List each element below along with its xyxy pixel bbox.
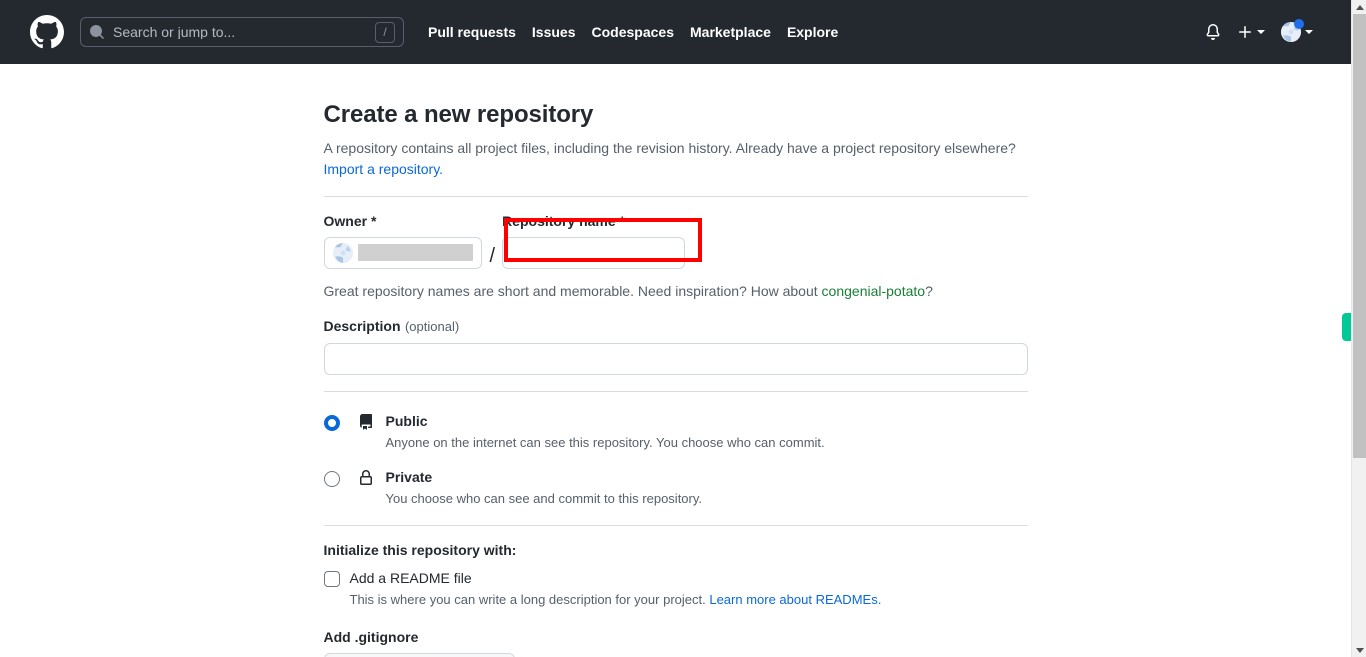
owner-name-redacted <box>357 244 473 262</box>
public-radio[interactable] <box>323 414 340 431</box>
description-field: Description (optional) <box>323 318 1028 375</box>
scroll-up-arrow-icon[interactable] <box>1352 0 1366 14</box>
suggested-repository-name-link[interactable]: congenial-potato <box>822 283 926 299</box>
search-input[interactable]: Search or jump to... / <box>80 17 404 47</box>
add-readme-label: Add a README file <box>349 569 472 586</box>
description-input[interactable] <box>323 342 1028 375</box>
owner-field: Owner * <box>323 213 482 269</box>
nav-link-codespaces[interactable]: Codespaces <box>592 24 674 40</box>
section-divider-2 <box>323 390 1028 392</box>
feedback-side-tab[interactable] <box>1342 313 1351 341</box>
bell-icon[interactable] <box>1205 24 1221 40</box>
section-divider <box>323 196 1028 197</box>
repository-name-hint: Great repository names are short and mem… <box>324 281 1028 302</box>
readme-checkbox-row[interactable]: Add a README file <box>323 569 1028 587</box>
gitignore-section: Add .gitignore .gitignore template:None … <box>323 629 1028 657</box>
page-subtitle: A repository contains all project files,… <box>324 138 1028 180</box>
public-title: Public <box>385 412 428 429</box>
page-subtitle-text: A repository contains all project files,… <box>323 140 1016 156</box>
nav-link-pull-requests[interactable]: Pull requests <box>428 24 516 40</box>
visibility-group: Public Anyone on the internet can see th… <box>323 412 1028 509</box>
header-actions <box>1205 19 1335 42</box>
readme-description-text: This is where you can write a long descr… <box>349 591 710 607</box>
nav-link-explore[interactable]: Explore <box>787 24 838 40</box>
description-label: Description <box>323 317 401 334</box>
repository-name-hint-prefix: Great repository names are short and mem… <box>323 282 822 299</box>
private-description: You choose who can see and commit to thi… <box>385 491 703 507</box>
gitignore-template-dropdown[interactable]: .gitignore template:None <box>323 653 515 657</box>
repository-name-hint-suffix: ? <box>925 282 933 299</box>
import-repository-link[interactable]: Import a repository. <box>324 161 444 177</box>
plus-icon <box>1239 26 1251 38</box>
notification-dot <box>1294 19 1304 29</box>
readme-texts: Add a README file <box>350 569 472 587</box>
repository-identity-row: Owner * / Repository name * <box>323 213 1028 269</box>
scrollbar-thumb[interactable] <box>1353 14 1366 458</box>
visibility-option-private[interactable]: Private You choose who can see and commi… <box>323 468 1028 508</box>
description-optional-note: (optional) <box>404 318 460 334</box>
private-radio[interactable] <box>323 471 340 488</box>
browser-scrollbar[interactable] <box>1351 0 1366 657</box>
scroll-down-arrow-icon[interactable] <box>1352 643 1366 657</box>
private-texts: Private You choose who can see and commi… <box>386 468 703 508</box>
nav-link-issues[interactable]: Issues <box>532 24 576 40</box>
search-icon <box>90 25 104 39</box>
primary-nav: Pull requests Issues Codespaces Marketpl… <box>428 24 838 40</box>
page-title: Create a new repository <box>323 101 594 128</box>
readme-learn-more-link[interactable]: Learn more about READMEs. <box>709 592 881 607</box>
search-placeholder-text: Search or jump to... <box>113 25 236 39</box>
repository-name-input[interactable] <box>502 236 686 269</box>
section-divider-3 <box>323 524 1028 526</box>
owner-label: Owner * <box>323 213 377 229</box>
global-header: Search or jump to... / Pull requests Iss… <box>0 0 1351 64</box>
owner-repo-separator: / <box>489 244 496 267</box>
public-texts: Public Anyone on the internet can see th… <box>386 412 825 452</box>
chevron-down-icon <box>1305 30 1313 34</box>
github-logo-icon[interactable] <box>30 15 64 49</box>
owner-select[interactable] <box>323 236 482 269</box>
nav-link-marketplace[interactable]: Marketplace <box>690 24 771 40</box>
avatar <box>1281 19 1304 42</box>
repository-name-field: Repository name * <box>502 213 686 269</box>
repo-icon <box>359 413 372 430</box>
search-shortcut-key: / <box>375 21 395 43</box>
initialize-section: Initialize this repository with: Add a R… <box>323 541 1028 610</box>
page-viewport: Search or jump to... / Pull requests Iss… <box>0 0 1351 657</box>
public-description: Anyone on the internet can see this repo… <box>385 434 825 450</box>
chevron-down-icon <box>1257 30 1265 34</box>
repository-name-label: Repository name * <box>502 213 625 229</box>
owner-avatar-icon <box>332 242 353 263</box>
lock-icon <box>359 470 372 486</box>
visibility-option-public[interactable]: Public Anyone on the internet can see th… <box>323 412 1028 452</box>
readme-description: This is where you can write a long descr… <box>350 590 1028 610</box>
add-readme-checkbox[interactable] <box>323 570 340 587</box>
description-label-row: Description (optional) <box>324 318 1028 336</box>
create-new-menu[interactable] <box>1237 24 1265 40</box>
private-title: Private <box>385 469 433 486</box>
gitignore-heading: Add .gitignore <box>323 629 419 646</box>
initialize-heading: Initialize this repository with: <box>323 541 517 558</box>
account-menu[interactable] <box>1281 19 1313 42</box>
new-repository-form: Create a new repository A repository con… <box>323 64 1028 657</box>
